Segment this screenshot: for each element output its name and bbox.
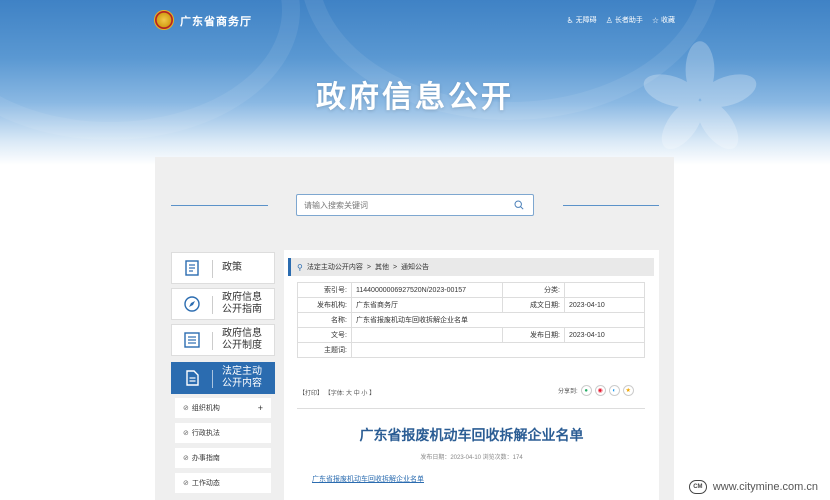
doc-number-label: 文号: <box>297 327 352 343</box>
breadcrumb-item[interactable]: 其他 <box>375 262 389 272</box>
category-value <box>564 282 645 298</box>
weibo-icon[interactable]: ◉ <box>594 385 606 396</box>
category-label: 分类: <box>502 282 565 298</box>
font-large-button[interactable]: 大 <box>346 391 352 397</box>
wechat-icon[interactable]: ● <box>580 385 592 396</box>
subject-label: 主题词: <box>297 342 352 358</box>
national-emblem-logo[interactable] <box>154 10 174 30</box>
font-medium-button[interactable]: 中 <box>354 391 360 397</box>
document-title: 广东省报废机动车回收拆解企业名单 <box>359 427 584 443</box>
issuer-value: 广东省商务厅 <box>351 297 503 313</box>
breadcrumb-separator: > <box>366 263 371 271</box>
nav-item-guide[interactable]: 政府信息公开指南 <box>171 288 275 320</box>
index-label: 索引号: <box>297 282 352 298</box>
accessibility-link[interactable]: ♿ 无障碍 <box>566 15 596 25</box>
page-title: 政府信息公开 <box>316 81 514 114</box>
share-label: 分享到: <box>558 389 578 395</box>
share-bar: 分享到: ● ◉ ◐ ★ <box>558 385 634 396</box>
list-icon <box>184 332 200 348</box>
file-icon <box>186 370 199 386</box>
link-icon: ⊘ <box>183 430 189 437</box>
search-divider-left <box>171 205 268 206</box>
created-date-label: 成文日期: <box>502 297 565 313</box>
search-icon[interactable] <box>514 200 524 210</box>
document-meta-table: 索引号: 11440000006927520N/2023-00157 分类: 发… <box>297 282 645 358</box>
banner-swirl <box>0 0 300 140</box>
issuer-label: 发布机构: <box>297 297 352 313</box>
nav-item-policy[interactable]: 政策 <box>171 252 275 284</box>
name-value: 广东省报废机动车回收拆解企业名单 <box>351 312 645 328</box>
font-small-button[interactable]: 小 <box>361 391 367 397</box>
nav-separator <box>212 260 213 278</box>
nav-item-label: 政府信息公开指南 <box>222 292 262 315</box>
watermark: CM www.citymine.com.cn <box>688 480 818 494</box>
breadcrumb: ⚲ 法定主动公开内容 > 其他 > 通知公告 <box>288 258 654 276</box>
elderly-helper-link[interactable]: ♙ 长者助手 <box>606 15 643 25</box>
site-name[interactable]: 广东省商务厅 <box>180 13 252 29</box>
nav-separator <box>212 332 213 350</box>
document-stack-icon <box>185 260 199 276</box>
link-icon: ⊘ <box>183 455 189 462</box>
breadcrumb-item[interactable]: 通知公告 <box>401 262 429 272</box>
nav-item-system[interactable]: 政府信息公开制度 <box>171 324 275 356</box>
print-button[interactable]: 【打印】 <box>299 391 323 397</box>
compass-icon <box>184 296 200 312</box>
document-publish-info: 发布日期：2023-04-10 浏览次数：174 <box>420 455 523 461</box>
attachment-link[interactable]: 广东省报废机动车回收拆解企业名单 <box>312 474 424 484</box>
nav-item-label: 政府信息公开制度 <box>222 328 262 351</box>
elderly-icon: ♙ <box>605 15 613 25</box>
nav-item-statutory-content[interactable]: 法定主动公开内容 <box>171 362 275 394</box>
search-input[interactable] <box>297 195 497 215</box>
location-pin-icon: ⚲ <box>297 262 303 272</box>
link-icon: ⊘ <box>183 405 189 412</box>
font-size-close: 】 <box>369 391 376 397</box>
subnav-item-work-news[interactable]: ⊘ 工作动态 <box>175 473 271 493</box>
nav-separator <box>212 296 213 314</box>
search-box <box>296 194 534 216</box>
nav-item-label: 法定主动公开内容 <box>222 366 262 389</box>
page-tools: 【打印】 【字体: 大 中 小 】 <box>299 388 375 397</box>
subnav-item-organization[interactable]: ⊘ 组织机构 + <box>175 398 271 418</box>
favorite-link[interactable]: ☆ 收藏 <box>652 15 675 25</box>
subnav-item-enforcement[interactable]: ⊘ 行政执法 <box>175 423 271 443</box>
watermark-text: www.citymine.com.cn <box>712 481 818 493</box>
published-date-label: 发布日期: <box>502 327 565 343</box>
breadcrumb-item[interactable]: 法定主动公开内容 <box>307 262 363 272</box>
subject-value <box>351 342 645 358</box>
font-size-label: 【字体: <box>324 391 345 397</box>
watermark-logo: CM <box>688 480 707 494</box>
index-value: 11440000006927520N/2023-00157 <box>351 282 503 298</box>
star-icon: ☆ <box>651 15 659 25</box>
qq-icon[interactable]: ◐ <box>608 385 620 396</box>
qzone-star-icon[interactable]: ★ <box>622 385 634 396</box>
content-divider <box>297 408 645 409</box>
accessibility-icon: ♿ <box>566 15 574 25</box>
nav-separator <box>212 370 213 388</box>
search-divider-right <box>563 205 659 206</box>
created-date-value: 2023-04-10 <box>564 297 645 313</box>
top-links: ♿ 无障碍 ♙ 长者助手 ☆ 收藏 <box>566 15 675 25</box>
nav-item-label: 政策 <box>222 262 242 273</box>
subnav-item-service-guide[interactable]: ⊘ 办事指南 <box>175 448 271 468</box>
published-date-value: 2023-04-10 <box>564 327 645 343</box>
expand-plus-icon[interactable]: + <box>258 403 263 413</box>
name-label: 名称: <box>297 312 352 328</box>
link-icon: ⊘ <box>183 480 189 487</box>
breadcrumb-separator: > <box>392 263 398 271</box>
doc-number-value <box>351 327 503 343</box>
